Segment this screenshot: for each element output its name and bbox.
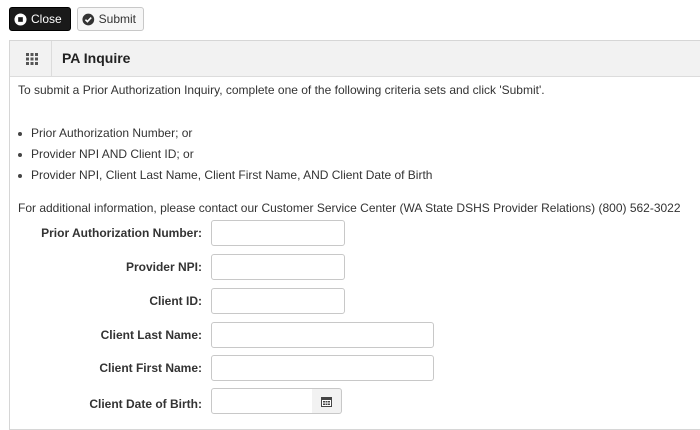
calendar-icon bbox=[321, 396, 332, 407]
header-divider bbox=[51, 41, 52, 76]
close-label: Close bbox=[31, 12, 62, 26]
client-last-name-input[interactable] bbox=[211, 322, 434, 348]
criteria-item: Provider NPI, Client Last Name, Client F… bbox=[13, 168, 432, 189]
client-id-input[interactable] bbox=[211, 288, 345, 314]
criteria-item: Provider NPI AND Client ID; or bbox=[13, 147, 432, 168]
close-icon bbox=[14, 12, 27, 26]
client-dob-label: Client Date of Birth: bbox=[89, 397, 202, 411]
provider-npi-label: Provider NPI: bbox=[125, 260, 202, 274]
prior-auth-number-label: Prior Authorization Number: bbox=[41, 226, 202, 240]
calendar-button[interactable] bbox=[312, 388, 342, 414]
provider-npi-input[interactable] bbox=[211, 254, 345, 280]
submit-label: Submit bbox=[98, 12, 136, 26]
close-button[interactable]: Close bbox=[9, 7, 71, 31]
panel-title: PA Inquire bbox=[62, 50, 131, 66]
grid-icon[interactable] bbox=[26, 53, 38, 65]
submit-button[interactable]: Submit bbox=[77, 7, 144, 31]
instructions-text: To submit a Prior Authorization Inquiry,… bbox=[18, 83, 545, 97]
criteria-list: Prior Authorization Number; or Provider … bbox=[13, 126, 432, 189]
client-first-name-label: Client First Name: bbox=[99, 361, 202, 375]
client-first-name-input[interactable] bbox=[211, 355, 434, 381]
check-circle-icon bbox=[82, 13, 95, 25]
criteria-item: Prior Authorization Number; or bbox=[13, 126, 432, 147]
contact-text: For additional information, please conta… bbox=[18, 201, 681, 215]
client-dob-input[interactable] bbox=[211, 388, 313, 414]
client-id-label: Client ID: bbox=[149, 294, 202, 308]
prior-auth-number-input[interactable] bbox=[211, 220, 345, 246]
panel-header: PA Inquire bbox=[10, 41, 700, 77]
client-last-name-label: Client Last Name: bbox=[100, 328, 202, 342]
